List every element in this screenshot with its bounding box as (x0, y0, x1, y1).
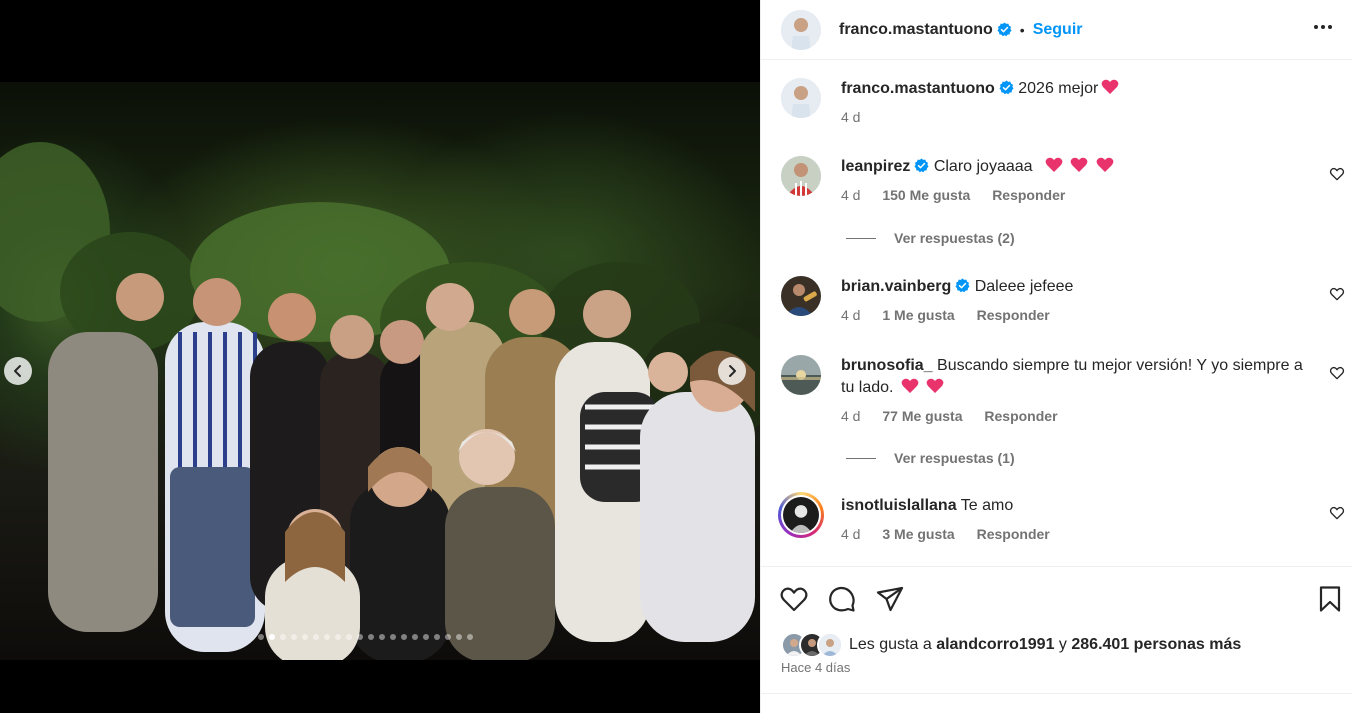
slide-dot (379, 634, 385, 640)
slide-dot (456, 634, 462, 640)
like-comment-icon[interactable] (1329, 286, 1345, 302)
verified-badge-icon (955, 278, 970, 293)
heart-icon[interactable] (779, 584, 809, 614)
slide-dot (291, 634, 297, 640)
verified-badge-icon (997, 22, 1012, 37)
view-replies-button[interactable]: Ver respuestas (1) (846, 450, 1015, 466)
heart-emoji-icon (1071, 157, 1088, 172)
commenter-avatar[interactable] (781, 355, 821, 395)
slide-dot (302, 634, 308, 640)
liker-username[interactable]: alandcorro1991 (936, 636, 1054, 654)
slide-dot (445, 634, 451, 640)
next-slide-button[interactable] (718, 357, 746, 385)
post-photo (0, 82, 760, 660)
story-ring-avatar[interactable] (778, 492, 824, 538)
comment-username[interactable]: isnotluislallana (841, 497, 957, 514)
post-details-panel: franco.mastantuono • Seguir franco.masta… (760, 0, 1352, 713)
slide-dot (357, 634, 363, 640)
slide-dot (390, 634, 396, 640)
chevron-left-icon (14, 365, 21, 377)
heart-emoji-icon (1096, 157, 1114, 172)
share-icon[interactable] (875, 584, 905, 614)
post-actions-bar (761, 566, 1352, 627)
comment-username[interactable]: leanpirez (841, 158, 910, 175)
post-header: franco.mastantuono • Seguir (761, 0, 1352, 60)
likes-summary: Les gusta a alandcorro1991 y 286.401 per… (781, 632, 1352, 658)
comment-likes[interactable]: 77 Me gusta (882, 408, 962, 424)
comment-username[interactable]: brunosofia_ (841, 357, 933, 374)
chevron-right-icon (729, 365, 736, 377)
comment-likes[interactable]: 1 Me gusta (882, 307, 954, 323)
more-options-icon[interactable] (1309, 13, 1337, 41)
comment-icon[interactable] (827, 584, 857, 614)
author-avatar[interactable] (781, 9, 821, 50)
separator-dot: • (1019, 21, 1025, 38)
heart-emoji-icon (1101, 79, 1119, 94)
comment-username[interactable]: brian.vainberg (841, 278, 951, 295)
group-photo-illustration (0, 142, 760, 660)
slide-dot (269, 634, 275, 640)
likes-prefix: Les gusta a (849, 636, 932, 653)
author-username[interactable]: franco.mastantuono (839, 21, 993, 39)
post-time[interactable]: Hace 4 días (781, 660, 850, 675)
reply-button[interactable]: Responder (977, 307, 1050, 323)
slide-dot (368, 634, 374, 640)
comment-time[interactable]: 4 d (841, 307, 860, 323)
reply-button[interactable]: Responder (992, 187, 1065, 203)
slide-indicator (258, 634, 473, 640)
slide-dot (313, 634, 319, 640)
caption-author-avatar[interactable] (781, 78, 821, 118)
previous-slide-button[interactable] (4, 357, 32, 385)
bookmark-icon[interactable] (1315, 584, 1345, 614)
like-comment-icon[interactable] (1329, 166, 1345, 182)
caption-time[interactable]: 4 d (841, 109, 860, 125)
slide-dot (434, 634, 440, 640)
slide-dot (467, 634, 473, 640)
heart-emoji-icon (927, 378, 944, 393)
verified-badge-icon (914, 158, 929, 173)
caption-username[interactable]: franco.mastantuono (841, 80, 995, 97)
comment-time[interactable]: 4 d (841, 187, 860, 203)
slide-dot (335, 634, 341, 640)
like-comment-icon[interactable] (1329, 365, 1345, 381)
reply-button[interactable]: Responder (977, 526, 1050, 542)
slide-dot (401, 634, 407, 640)
slide-dot (258, 634, 264, 640)
replies-divider (846, 237, 876, 239)
view-replies-label: Ver respuestas (2) (894, 230, 1015, 246)
likes-connector: y (1058, 636, 1067, 653)
view-replies-label: Ver respuestas (1) (894, 450, 1015, 466)
slide-dot (412, 634, 418, 640)
caption-text: 2026 mejor (1018, 80, 1099, 97)
liker-avatar (817, 632, 843, 658)
replies-divider (846, 457, 876, 459)
like-comment-icon[interactable] (1329, 505, 1345, 521)
slide-dot (423, 634, 429, 640)
comment-text: Daleee jefeee (974, 278, 1074, 295)
comment-text: Te amo (960, 497, 1014, 514)
comment-likes[interactable]: 3 Me gusta (882, 526, 954, 542)
slide-dot (324, 634, 330, 640)
post-media (0, 0, 760, 713)
commenter-avatar[interactable] (781, 276, 821, 316)
add-comment-bar[interactable] (761, 693, 1352, 714)
verified-badge-icon (999, 80, 1014, 95)
comment-time[interactable]: 4 d (841, 408, 860, 424)
comment-time[interactable]: 4 d (841, 526, 860, 542)
likers-avatars[interactable] (781, 632, 843, 658)
view-replies-button[interactable]: Ver respuestas (2) (846, 230, 1015, 246)
heart-emoji-icon (901, 378, 919, 393)
heart-emoji-icon (1045, 157, 1063, 172)
reply-button[interactable]: Responder (984, 408, 1057, 424)
comment-likes[interactable]: 150 Me gusta (882, 187, 970, 203)
commenter-avatar[interactable] (781, 156, 821, 196)
follow-button[interactable]: Seguir (1033, 21, 1083, 39)
comments-list[interactable]: franco.mastantuono 2026 mejor 4 d leanpi… (761, 60, 1352, 566)
likes-others-count[interactable]: 286.401 personas más (1071, 636, 1241, 654)
slide-dot (346, 634, 352, 640)
comment-text: Claro joyaaaa (933, 158, 1033, 175)
slide-dot (280, 634, 286, 640)
